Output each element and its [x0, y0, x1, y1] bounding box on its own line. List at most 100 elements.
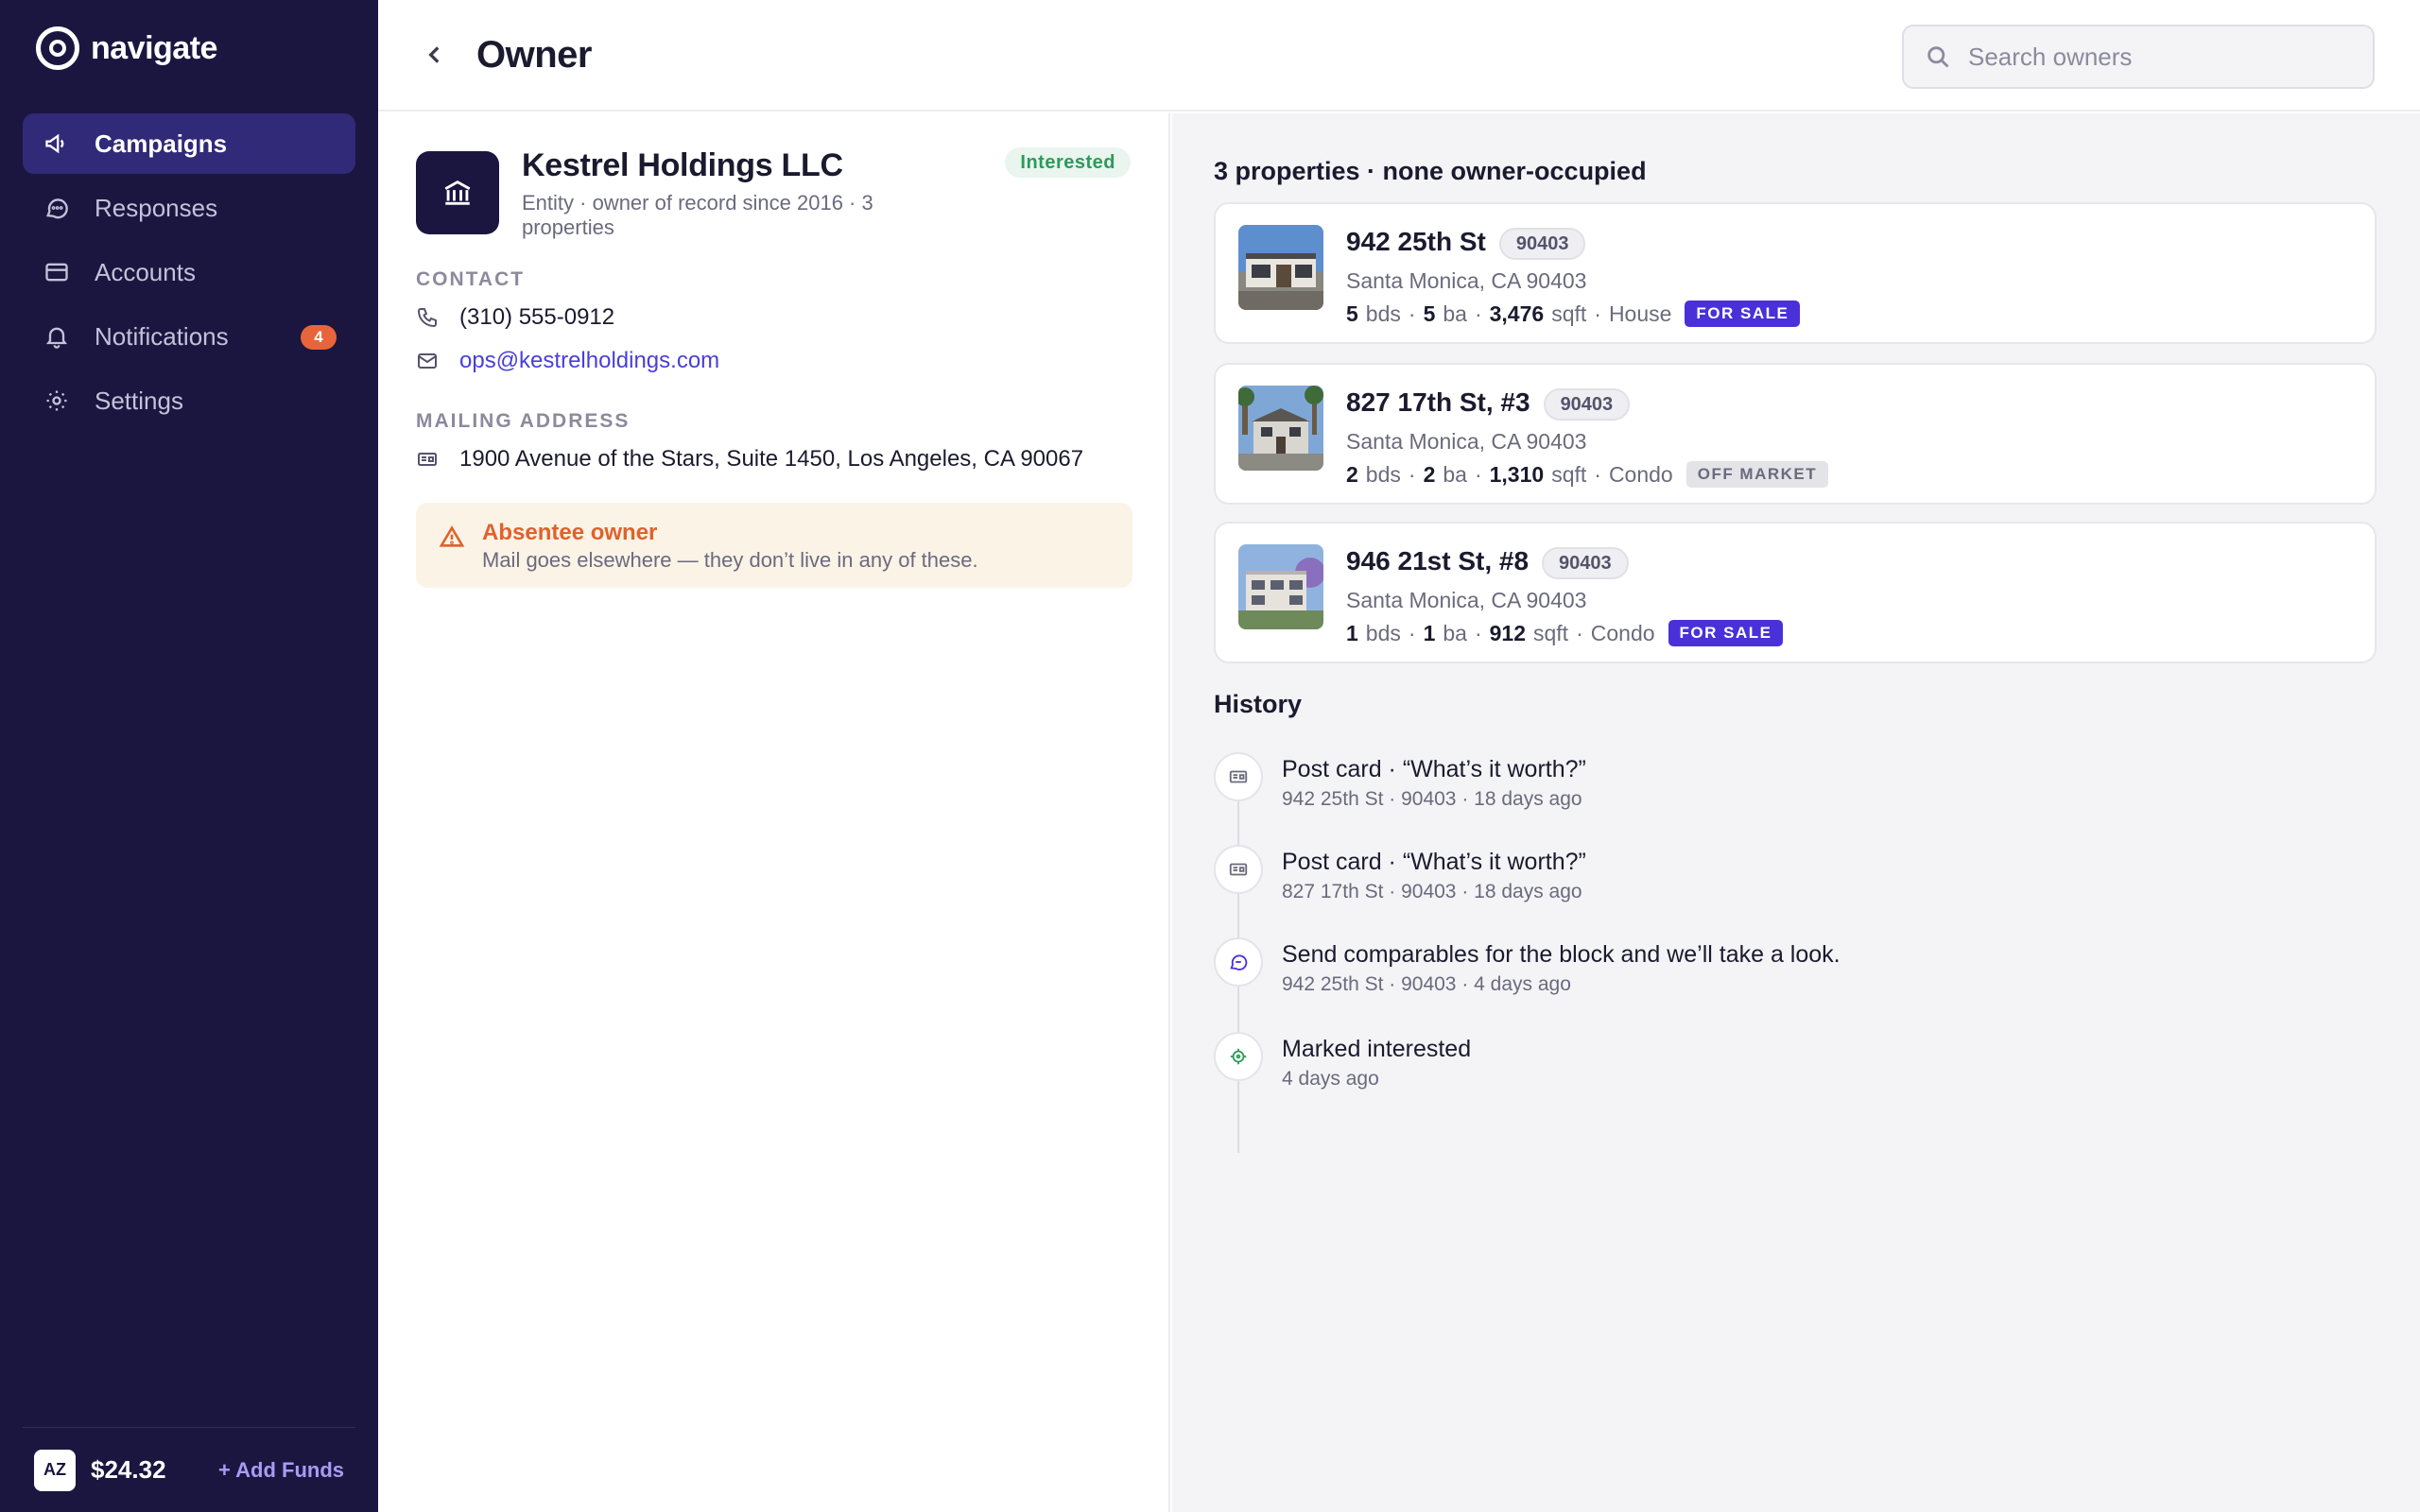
history-meta: 942 25th St · 90403 · 4 days ago: [1282, 973, 1571, 995]
beds-value: 2: [1346, 461, 1358, 487]
zip-badge: 90403: [1542, 546, 1629, 579]
sqft-value: 3,476: [1489, 301, 1545, 326]
logo-icon: [36, 26, 79, 70]
owner-subtitle: Entity · owner of record since 2016 · 3 …: [522, 191, 873, 239]
property-card[interactable]: 946 21st St, #8 90403 Santa Monica, CA 90…: [1214, 522, 2377, 663]
postcard-icon: [1214, 752, 1263, 801]
owner-name: Kestrel Holdings LLC: [522, 147, 843, 183]
phone-icon: [417, 308, 437, 328]
separator: ·: [1474, 301, 1482, 326]
sidebar-item-label: Notifications: [95, 321, 229, 351]
sidebar-item-label: Campaigns: [95, 129, 228, 158]
history-heading: History: [1214, 690, 1303, 718]
property-address: 827 17th St, #3 90403: [1346, 387, 1631, 421]
target-icon: [1214, 1032, 1263, 1081]
listing-status-tag: FOR SALE: [1685, 301, 1801, 327]
absentee-owner-alert: Absentee owner Mail goes elsewhere — the…: [416, 503, 1132, 588]
account-balance: $24.32: [91, 1455, 166, 1484]
owner-avatar: [416, 151, 499, 234]
history-title: Post card · “What’s it worth?”: [1282, 849, 1586, 875]
baths-unit: ba: [1443, 301, 1467, 326]
property-city: Santa Monica, CA 90403: [1346, 268, 1587, 293]
properties-heading: 3 properties · none owner-occupied: [1214, 157, 1647, 185]
beds-unit: bds: [1365, 461, 1401, 487]
add-funds-button[interactable]: + Add Funds: [218, 1458, 344, 1483]
sidebar-item-accounts[interactable]: Accounts: [23, 242, 355, 302]
alert-text: Mail goes elsewhere — they don’t live in…: [482, 548, 978, 572]
baths-unit: ba: [1443, 620, 1467, 645]
app-logo[interactable]: navigate: [36, 26, 217, 70]
sqft-value: 1,310: [1489, 461, 1545, 487]
search-input[interactable]: [1968, 42, 2346, 72]
property-facts: 2 bds · 2 ba · 1,310 sqft · Condo OFF MARKET: [1346, 461, 1829, 488]
page-title: Owner: [476, 34, 592, 76]
property-card[interactable]: 827 17th St, #3 90403 Santa Monica, CA 90…: [1214, 363, 2377, 505]
history-title: Send comparables for the block and we’ll…: [1282, 941, 1841, 968]
contact-section-label: CONTACT: [416, 268, 526, 290]
sidebar-item-label: Settings: [95, 386, 183, 415]
property-photo: [1238, 386, 1323, 471]
property-city: Santa Monica, CA 90403: [1346, 429, 1587, 454]
sqft-unit: sqft: [1551, 301, 1587, 326]
sqft-unit: sqft: [1533, 620, 1569, 645]
property-facts: 5 bds · 5 ba · 3,476 sqft · House FOR SALE: [1346, 301, 1801, 327]
search-icon: [1927, 46, 1949, 68]
zip-badge: 90403: [1498, 227, 1586, 260]
sidebar-item-notifications[interactable]: Notifications 4: [23, 306, 355, 367]
separator: ·: [1408, 461, 1416, 487]
back-button[interactable]: [416, 36, 454, 74]
property-photo: [1238, 544, 1323, 629]
gear-icon: [42, 386, 72, 416]
sidebar-item-label: Accounts: [95, 257, 196, 286]
beds-value: 1: [1346, 620, 1358, 645]
separator: ·: [1408, 301, 1416, 326]
search-box[interactable]: [1902, 25, 2375, 89]
sidebar-nav: Campaigns Responses Accounts Notificatio…: [23, 113, 355, 435]
postcard-icon: [1214, 845, 1263, 894]
property-type: Condo: [1608, 461, 1673, 487]
phone-number: (310) 555-0912: [459, 304, 615, 330]
email-link[interactable]: ops@kestrelholdings.com: [459, 348, 719, 374]
property-facts: 1 bds · 1 ba · 912 sqft · Condo FOR SALE: [1346, 620, 1784, 646]
page-header: Owner: [378, 0, 2420, 112]
sidebar-item-responses[interactable]: Responses: [23, 178, 355, 238]
baths-value: 1: [1423, 620, 1436, 645]
chat-bubble-icon: [42, 193, 72, 223]
sqft-value: 912: [1489, 620, 1526, 645]
listing-status-tag: FOR SALE: [1668, 620, 1784, 646]
property-card[interactable]: 942 25th St 90403 Santa Monica, CA 90403 …: [1214, 202, 2377, 344]
chevron-left-icon: [428, 46, 440, 63]
history-meta: 942 25th St · 90403 · 18 days ago: [1282, 788, 1582, 810]
bell-icon: [42, 321, 72, 352]
alert-title: Absentee owner: [482, 520, 658, 545]
sidebar-item-label: Responses: [95, 193, 218, 222]
sqft-unit: sqft: [1551, 461, 1587, 487]
owner-details-panel: Kestrel Holdings LLC Entity · owner of r…: [378, 113, 1170, 1512]
property-address-text: 827 17th St, #3: [1346, 387, 1530, 417]
property-address: 942 25th St 90403: [1346, 227, 1586, 260]
sidebar-item-campaigns[interactable]: Campaigns: [23, 113, 355, 174]
property-address-text: 942 25th St: [1346, 227, 1486, 256]
credit-card-icon: [42, 257, 72, 287]
property-address: 946 21st St, #8 90403: [1346, 546, 1629, 579]
warning-icon: [439, 525, 465, 547]
sidebar-item-settings[interactable]: Settings: [23, 370, 355, 431]
separator: ·: [1576, 620, 1583, 645]
separator: ·: [1474, 461, 1482, 487]
mailing-address-row: 1900 Avenue of the Stars, Suite 1450, Lo…: [416, 446, 1083, 472]
bank-building-icon: [444, 180, 471, 205]
separator: ·: [1408, 620, 1416, 645]
mailing-address: 1900 Avenue of the Stars, Suite 1450, Lo…: [459, 446, 1084, 472]
email-row[interactable]: ops@kestrelholdings.com: [416, 348, 719, 374]
status-badge[interactable]: Interested: [1005, 147, 1131, 178]
phone-row[interactable]: (310) 555-0912: [416, 304, 614, 331]
avatar[interactable]: AZ: [34, 1449, 76, 1491]
property-type: House: [1608, 301, 1672, 326]
history-title: Post card · “What’s it worth?”: [1282, 756, 1586, 782]
beds-unit: bds: [1365, 301, 1401, 326]
mail-icon: [418, 353, 437, 369]
history-title: Marked interested: [1282, 1036, 1472, 1062]
properties-panel: 3 properties · none owner-occupied 942 2…: [1172, 113, 2420, 1512]
separator: ·: [1594, 461, 1601, 487]
chat-bubble-icon: [1214, 937, 1263, 987]
